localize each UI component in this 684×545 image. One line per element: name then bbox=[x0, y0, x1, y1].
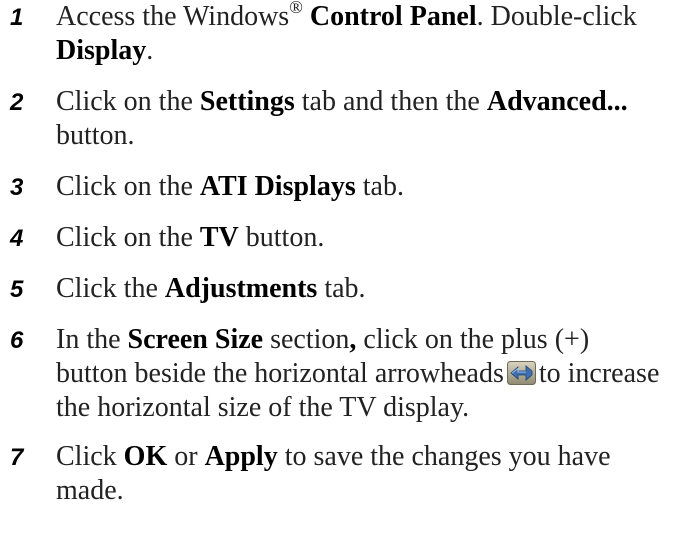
step-number: 3 bbox=[10, 174, 24, 201]
step-emphasis: Settings bbox=[199, 86, 295, 117]
step-6: 6 In the Screen Size section, click on t… bbox=[10, 323, 680, 425]
step-text-part: tab. bbox=[317, 273, 366, 304]
step-number: 2 bbox=[10, 89, 24, 116]
step-number: 1 bbox=[10, 4, 24, 31]
instruction-steps: 1 Access the Windows® Control Panel. Dou… bbox=[10, 0, 680, 525]
step-text: Click on the ATI Displays tab. bbox=[56, 170, 666, 204]
step-number: 5 bbox=[10, 276, 24, 303]
step-text: Click the Adjustments tab. bbox=[56, 272, 666, 306]
step-emphasis: Advanced... bbox=[486, 86, 628, 117]
step-emphasis: Apply bbox=[204, 441, 278, 472]
step-number: 4 bbox=[10, 225, 24, 252]
step-number: 6 bbox=[10, 327, 24, 354]
step-text: In the Screen Size section, click on the… bbox=[56, 323, 666, 425]
step-emphasis: TV bbox=[199, 222, 239, 253]
step-text-part bbox=[303, 1, 310, 32]
registered-mark: ® bbox=[289, 0, 303, 17]
step-text: Click OK or Apply to save the changes yo… bbox=[56, 440, 666, 508]
step-1: 1 Access the Windows® Control Panel. Dou… bbox=[10, 0, 680, 68]
step-text-part: section bbox=[263, 324, 350, 355]
step-text-part: tab and then the bbox=[294, 86, 487, 117]
step-text-part: Click on the bbox=[56, 222, 200, 253]
step-emphasis: ATI Displays bbox=[199, 171, 356, 202]
step-text-part: Click bbox=[56, 441, 124, 472]
step-emphasis: Screen Size bbox=[127, 324, 264, 355]
step-2: 2 Click on the Settings tab and then the… bbox=[10, 85, 680, 153]
step-text: Click on the TV button. bbox=[56, 221, 666, 255]
step-text-part: . bbox=[146, 35, 154, 66]
step-text: Click on the Settings tab and then the A… bbox=[56, 85, 666, 153]
step-text-part: Click the bbox=[56, 273, 165, 304]
step-text-part: button. bbox=[238, 222, 325, 253]
step-emphasis: OK bbox=[123, 441, 168, 472]
step-text-part: . Double-click bbox=[476, 1, 637, 32]
step-emphasis: Display bbox=[56, 35, 147, 66]
step-emphasis: Control Panel bbox=[309, 1, 477, 32]
step-7: 7 Click OK or Apply to save the changes … bbox=[10, 440, 680, 508]
step-text: Access the Windows® Control Panel. Doubl… bbox=[56, 0, 666, 68]
step-number: 7 bbox=[10, 444, 24, 471]
step-3: 3 Click on the ATI Displays tab. bbox=[10, 170, 680, 204]
horizontal-arrowheads-icon bbox=[506, 360, 536, 385]
step-5: 5 Click the Adjustments tab. bbox=[10, 272, 680, 306]
step-text-part: In the bbox=[56, 324, 128, 355]
step-emphasis: Adjustments bbox=[164, 273, 318, 304]
step-text-part: Access the Windows bbox=[56, 1, 290, 32]
step-4: 4 Click on the TV button. bbox=[10, 221, 680, 255]
step-text-part: button. bbox=[56, 120, 135, 151]
step-text-part: or bbox=[167, 441, 205, 472]
step-text-part: Click on the bbox=[56, 171, 200, 202]
step-text-part: Click on the bbox=[56, 86, 200, 117]
step-text-part: tab. bbox=[355, 171, 404, 202]
